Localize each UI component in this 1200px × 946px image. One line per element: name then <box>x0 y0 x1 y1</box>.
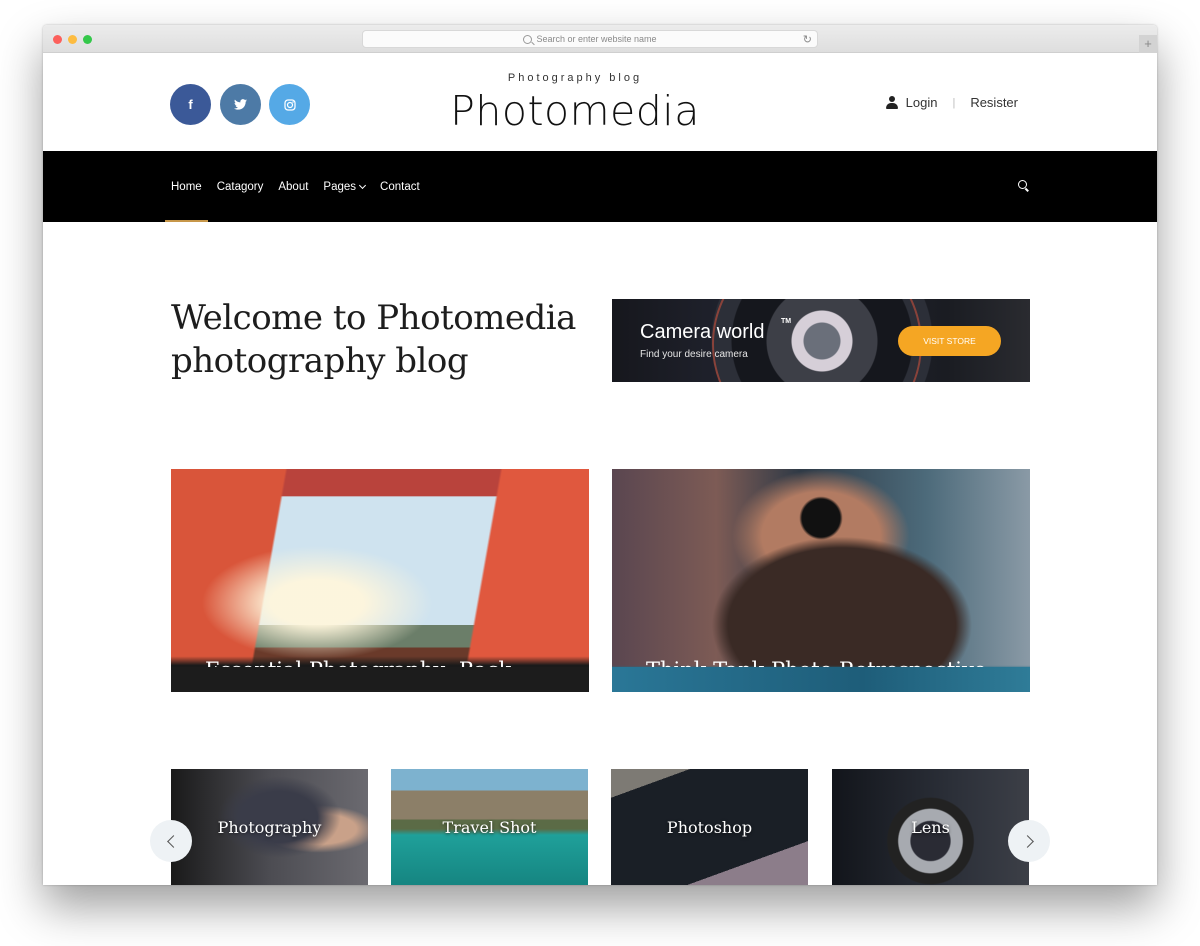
browser-window: Search or enter website name ↻ + f Photo… <box>43 25 1157 885</box>
category-card-travel-shot[interactable]: Travel Shot <box>391 769 588 885</box>
close-window-button[interactable] <box>53 35 62 44</box>
category-label: Lens <box>911 817 950 837</box>
nav-item-catagory[interactable]: Catagory <box>217 151 264 222</box>
user-icon <box>885 96 898 109</box>
auth-links: Login | Resister <box>885 95 1018 110</box>
post-caption-overlay <box>171 667 589 692</box>
reload-icon[interactable]: ↻ <box>803 33 812 46</box>
login-link[interactable]: Login <box>906 95 938 110</box>
banner-subtitle: Find your desire camera <box>640 349 748 360</box>
minimize-window-button[interactable] <box>68 35 77 44</box>
nav-item-pages-label: Pages <box>323 180 357 193</box>
nav-item-contact[interactable]: Contact <box>380 151 420 222</box>
category-card-photoshop[interactable]: Photoshop <box>611 769 808 885</box>
category-label: Photoshop <box>666 817 753 837</box>
visit-store-button[interactable]: VISIT STORE <box>898 326 1001 356</box>
nav-item-pages[interactable]: Pages <box>323 151 367 222</box>
maximize-window-button[interactable] <box>83 35 92 44</box>
carousel-next-button[interactable] <box>1008 820 1050 862</box>
category-card-lens[interactable]: Lens <box>832 769 1029 885</box>
camera-world-ad-banner[interactable]: Camera world TM Find your desire camera … <box>612 299 1030 382</box>
auth-separator: | <box>952 96 956 109</box>
welcome-heading: Welcome to Photomedia photography blog <box>171 298 576 381</box>
address-bar-placeholder: Search or enter website name <box>536 34 657 44</box>
nav-item-about[interactable]: About <box>278 151 308 222</box>
trademark-symbol: TM <box>781 318 792 325</box>
site-tagline: Photography blog <box>507 72 643 84</box>
search-icon[interactable] <box>1018 180 1029 191</box>
register-link[interactable]: Resister <box>970 95 1018 110</box>
banner-title: Camera world <box>640 321 765 343</box>
address-bar[interactable]: Search or enter website name ↻ <box>362 30 818 48</box>
search-icon <box>523 34 533 44</box>
nav-item-home[interactable]: Home <box>165 151 208 222</box>
main-navigation: Home Catagory About Pages Contact <box>43 151 1157 222</box>
browser-titlebar: Search or enter website name ↻ + <box>43 25 1157 53</box>
chevron-down-icon <box>358 181 367 189</box>
featured-post-card[interactable]: Essential Photography: Back <box>171 469 589 692</box>
category-card-photography[interactable]: Photography <box>171 769 368 885</box>
post-caption-overlay <box>612 667 1030 692</box>
chevron-right-icon <box>1020 834 1034 848</box>
new-tab-button[interactable]: + <box>1139 35 1157 53</box>
category-label: Photography <box>217 817 322 837</box>
chevron-left-icon <box>166 834 180 848</box>
featured-post-card[interactable]: Think Tank Photo Retrospective <box>612 469 1030 692</box>
category-label: Travel Shot <box>442 817 537 837</box>
carousel-prev-button[interactable] <box>150 820 192 862</box>
site-header: f Photography blog Photomedia Login | Re… <box>43 53 1157 151</box>
